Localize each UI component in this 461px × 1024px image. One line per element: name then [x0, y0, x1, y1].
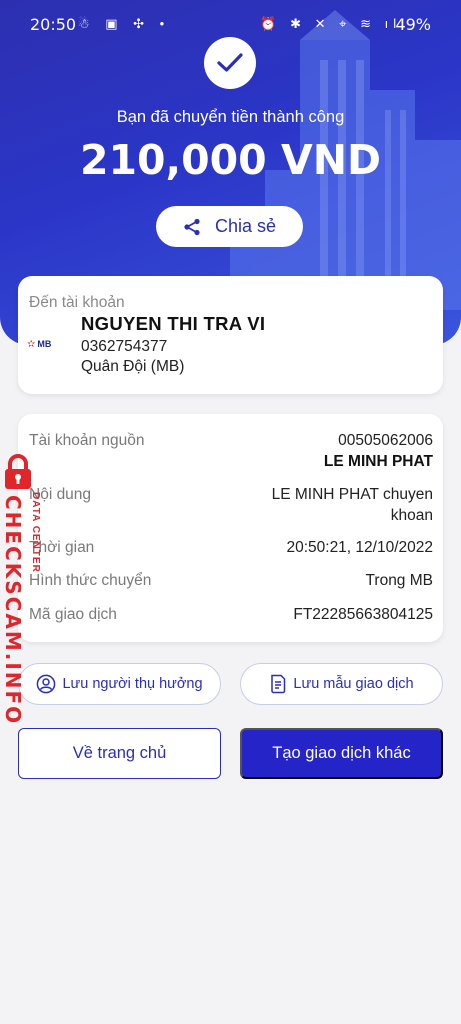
system-icons: ⏰ ✱ ✕ ⌖ ≋ ıll: [260, 16, 409, 31]
time-value: 20:50:21, 12/10/2022: [286, 539, 433, 556]
star-icon: ✫: [27, 338, 36, 350]
home-button[interactable]: Về trang chủ: [18, 728, 221, 779]
method-label: Hình thức chuyển: [29, 572, 152, 589]
success-check-icon: [204, 37, 256, 89]
save-template-label: Lưu mẫu giao dịch: [293, 676, 414, 692]
battery-level: 49%: [395, 15, 431, 34]
bank-logo-text: MB: [37, 339, 52, 349]
new-transaction-button[interactable]: Tạo giao dịch khác: [240, 728, 443, 779]
notification-icons: ☃ ▣ ✣ •: [78, 16, 171, 31]
success-message: Bạn đã chuyển tiền thành công: [116, 108, 345, 126]
transaction-id-value: FT22285663804125: [293, 606, 433, 623]
mb-bank-logo: ✫ MB: [27, 337, 59, 351]
recipient-bank: Quân Đội (MB): [81, 358, 185, 375]
lock-icon: [5, 454, 31, 489]
content-line-1: LE MINH PHAT chuyen: [271, 486, 433, 503]
source-account-number: 00505062006: [338, 432, 433, 449]
source-account-label: Tài khoản nguồn: [29, 432, 145, 449]
transaction-details-card: Tài khoản nguồn 00505062006 LE MINH PHAT…: [18, 414, 443, 642]
destination-label: Đến tài khoản: [29, 294, 125, 311]
transaction-id-label: Mã giao dịch: [29, 606, 117, 623]
share-button[interactable]: Chia sẻ: [156, 206, 303, 247]
recipient-account-number: 0362754377: [81, 338, 168, 355]
watermark-subtitle: DATA CENTER: [30, 492, 41, 573]
document-icon: [271, 674, 286, 694]
save-template-button[interactable]: Lưu mẫu giao dịch: [240, 663, 443, 705]
source-account-name: LE MINH PHAT: [323, 453, 433, 470]
watermark-site: CHECKSCAM.INFO: [1, 495, 25, 726]
transfer-amount: 210,000 VND: [79, 136, 382, 184]
status-time: 20:50: [30, 15, 77, 34]
share-icon: [184, 218, 200, 235]
share-label: Chia sẻ: [214, 216, 277, 236]
user-icon: [37, 674, 56, 694]
content-line-2: khoan: [390, 507, 433, 524]
recipient-name: NGUYEN THI TRA VI: [81, 313, 266, 334]
method-value: Trong MB: [365, 572, 433, 589]
destination-card: Đến tài khoản ✫ MB NGUYEN THI TRA VI 036…: [18, 276, 443, 394]
save-recipient-label: Lưu người thụ hưởng: [62, 676, 203, 692]
save-recipient-button[interactable]: Lưu người thụ hưởng: [18, 663, 221, 705]
